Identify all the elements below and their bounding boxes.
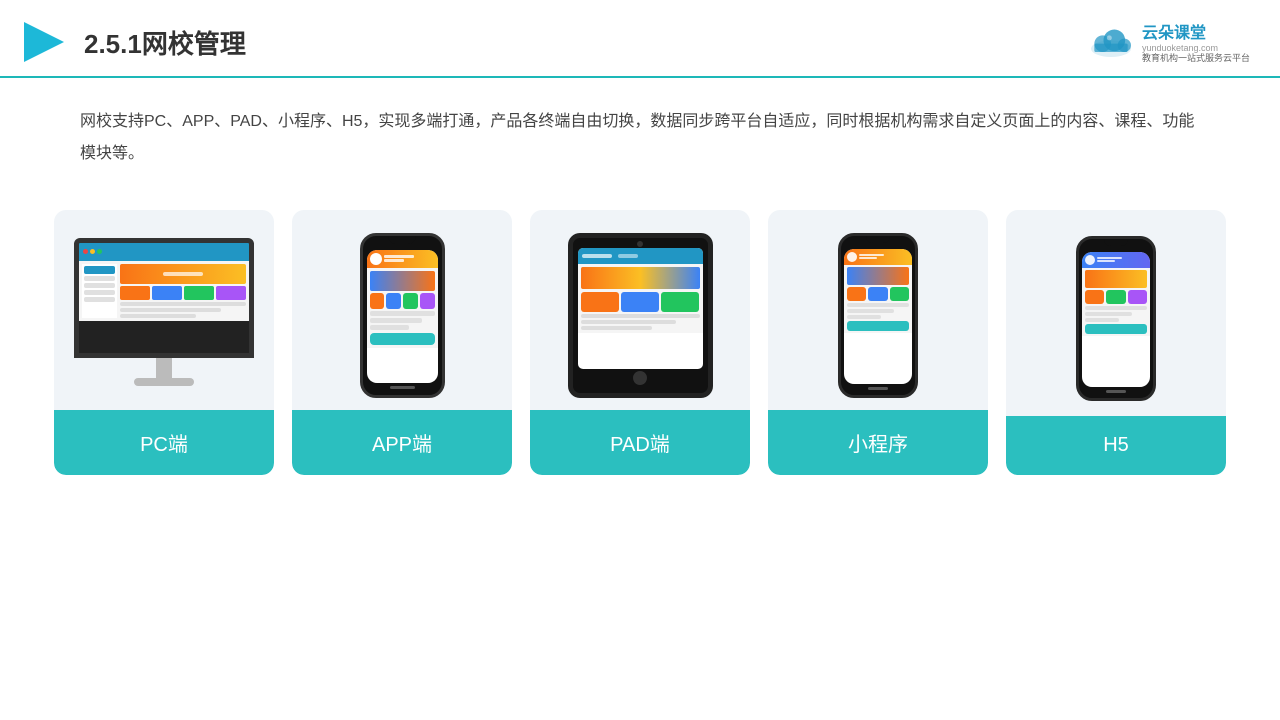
- card-pad-label: PAD端: [530, 410, 750, 475]
- card-miniprogram-image: [768, 210, 988, 410]
- pad-tablet-illustration: [568, 233, 713, 398]
- brand-text: 云朵课堂 yunduoketang.com 教育机构一站式服务云平台: [1142, 19, 1250, 65]
- header-right: 云朵课堂 yunduoketang.com 教育机构一站式服务云平台: [1086, 19, 1250, 65]
- cards-container: PC端: [0, 190, 1280, 505]
- brand-name: 云朵课堂: [1142, 19, 1206, 43]
- header: 2.5.1网校管理 云朵课堂 yunduoketang.com 教育机构一站式服…: [0, 0, 1280, 78]
- card-pc-image: [54, 210, 274, 410]
- brand-url: yunduoketang.com: [1142, 43, 1218, 53]
- card-app-label: APP端: [292, 410, 512, 475]
- app-phone-illustration: [360, 233, 445, 398]
- miniprogram-phone-illustration: [838, 233, 918, 398]
- card-pad: PAD端: [530, 210, 750, 475]
- card-h5-label: H5: [1006, 416, 1226, 475]
- cloud-icon: [1086, 24, 1136, 60]
- header-left: 2.5.1网校管理: [20, 18, 246, 66]
- card-pc-label: PC端: [54, 410, 274, 475]
- card-miniprogram: 小程序: [768, 210, 988, 475]
- card-h5-image: [1006, 210, 1226, 416]
- card-miniprogram-label: 小程序: [768, 410, 988, 475]
- brand-tagline: 教育机构一站式服务云平台: [1142, 53, 1250, 65]
- card-h5: H5: [1006, 210, 1226, 475]
- play-logo-icon: [20, 18, 68, 66]
- description-text: 网校支持PC、APP、PAD、小程序、H5，实现多端打通，产品各终端自由切换，数…: [0, 78, 1280, 180]
- pc-monitor-illustration: [74, 238, 254, 393]
- card-app-image: [292, 210, 512, 410]
- brand-logo: 云朵课堂 yunduoketang.com 教育机构一站式服务云平台: [1086, 19, 1250, 65]
- card-pad-image: [530, 210, 750, 410]
- h5-phone-illustration: [1076, 236, 1156, 401]
- description-paragraph: 网校支持PC、APP、PAD、小程序、H5，实现多端打通，产品各终端自由切换，数…: [80, 106, 1200, 170]
- card-app: APP端: [292, 210, 512, 475]
- card-pc: PC端: [54, 210, 274, 475]
- page-title: 2.5.1网校管理: [84, 24, 246, 61]
